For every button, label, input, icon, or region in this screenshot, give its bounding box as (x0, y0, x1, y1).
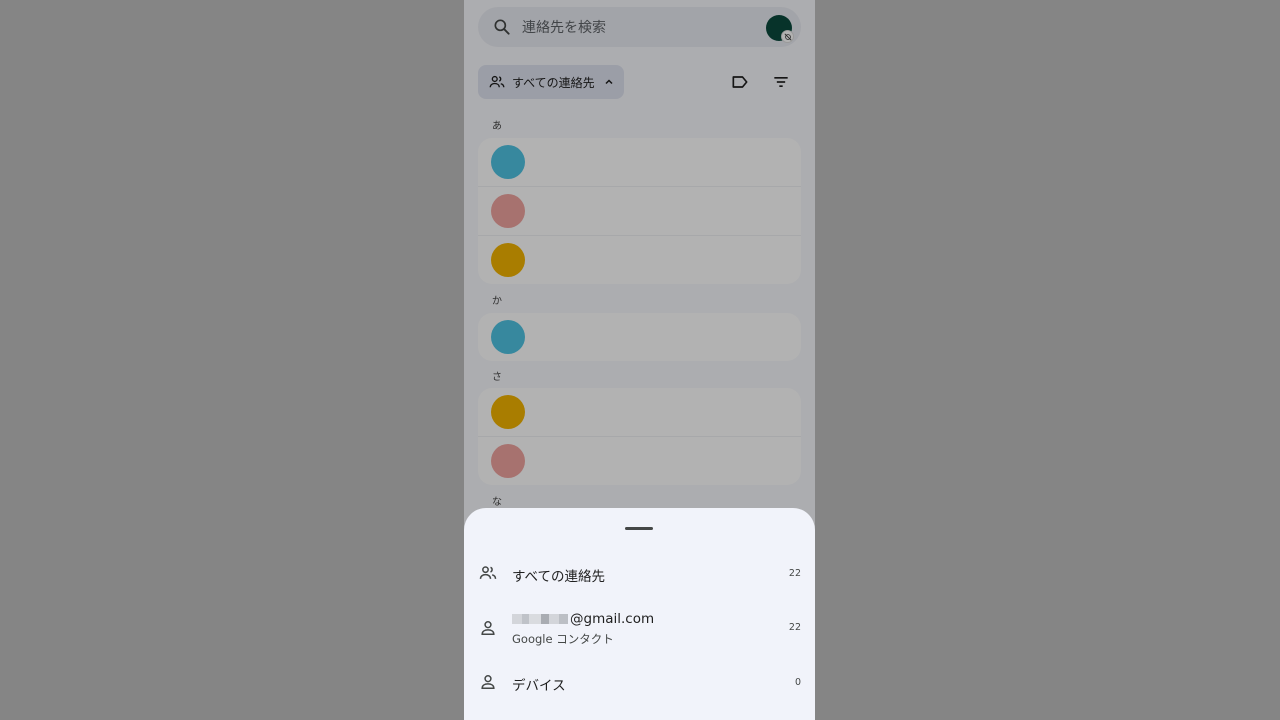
sheet-item-label: デバイス (512, 678, 566, 694)
contacts-app: 連絡先を検索 すべての連絡先 あ か さ な すべての連絡先 22 @gmail… (464, 0, 815, 720)
sheet-item-count: 22 (788, 622, 801, 633)
sheet-item-count: 22 (788, 568, 801, 579)
drag-handle[interactable] (625, 527, 653, 530)
account-email: @gmail.com (512, 611, 654, 627)
people-icon (478, 563, 498, 583)
sheet-item-count: 0 (794, 677, 801, 688)
sheet-item-label: すべての連絡先 (512, 569, 606, 585)
person-icon (478, 618, 498, 638)
account-type: Google コンタクト (512, 632, 614, 646)
sheet-item-device[interactable]: デバイス 0 (464, 663, 815, 703)
sheet-item-all-contacts[interactable]: すべての連絡先 22 (464, 554, 815, 594)
account-bottom-sheet: すべての連絡先 22 @gmail.com Google コンタクト 22 デバ… (464, 508, 815, 720)
sheet-item-google-account[interactable]: @gmail.com Google コンタクト 22 (464, 604, 815, 652)
redacted-username (512, 614, 568, 624)
person-icon (478, 672, 498, 692)
